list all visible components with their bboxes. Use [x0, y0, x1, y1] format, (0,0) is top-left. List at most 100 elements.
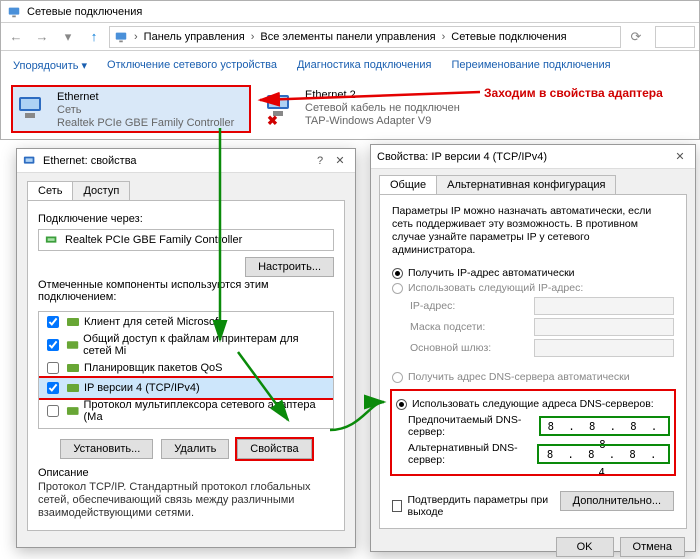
adapter-list: Ethernet Сеть Realtek PCIe GBE Family Co…: [11, 85, 501, 133]
close-button[interactable]: ✕: [331, 153, 349, 169]
breadcrumb-item[interactable]: Сетевые подключения: [451, 31, 566, 43]
component-checkbox[interactable]: [47, 339, 59, 351]
ethernet-properties-dialog: Ethernet: свойства ? ✕ Сеть Доступ Подкл…: [16, 148, 356, 548]
eth-tab-panel: Подключение через: Realtek PCIe GBE Fami…: [27, 200, 345, 531]
adapter-name: Ethernet: [57, 91, 234, 104]
network-connections-window: Сетевые подключения ← → ▾ ↑ › Панель упр…: [0, 0, 700, 140]
configure-button[interactable]: Настроить...: [245, 257, 334, 277]
ipv4-properties-dialog: Свойства: IP версии 4 (TCP/IPv4) ✕ Общие…: [370, 144, 696, 552]
properties-button[interactable]: Свойства: [237, 439, 311, 459]
history-dropdown[interactable]: ▾: [57, 26, 79, 48]
tab-network[interactable]: Сеть: [27, 181, 73, 200]
component-item[interactable]: Планировщик пакетов QoS: [39, 358, 333, 378]
uninstall-button[interactable]: Удалить: [161, 439, 229, 459]
description-label: Описание: [38, 467, 334, 479]
up-button[interactable]: ↑: [83, 26, 105, 48]
component-item[interactable]: Клиент для сетей Microsoft: [39, 312, 333, 332]
radio-ip-manual[interactable]: Использовать следующий IP-адрес:: [392, 282, 674, 294]
component-label: IP версии 4 (TCP/IPv4): [84, 382, 200, 394]
diagnose-button[interactable]: Диагностика подключения: [297, 59, 431, 71]
radio-dns-manual[interactable]: Использовать следующие адреса DNS-сервер…: [396, 398, 670, 410]
component-label: Клиент для сетей Microsoft: [84, 316, 221, 328]
component-label: Протокол мультиплексора сетевого адаптер…: [84, 399, 329, 423]
protocol-icon: [66, 404, 80, 418]
breadcrumb-item[interactable]: Все элементы панели управления: [260, 31, 435, 43]
close-button[interactable]: ✕: [671, 149, 689, 165]
component-label: Драйвер протокола LLDP (Майкрософт): [84, 428, 288, 429]
eth-titlebar: Ethernet: свойства ? ✕: [17, 149, 355, 173]
install-button[interactable]: Установить...: [60, 439, 153, 459]
chevron-right-icon: ›: [440, 31, 448, 43]
tab-alternate[interactable]: Альтернативная конфигурация: [436, 175, 616, 194]
organize-menu[interactable]: Упорядочить ▾: [13, 59, 87, 72]
component-label: Планировщик пакетов QoS: [84, 362, 223, 374]
nc-titlebar: Сетевые подключения: [1, 1, 699, 23]
protocol-icon: [66, 361, 80, 375]
refresh-button[interactable]: ⟳: [625, 26, 647, 48]
gateway-label: Основной шлюз:: [410, 342, 491, 354]
connect-using-field[interactable]: Realtek PCIe GBE Family Controller: [38, 229, 334, 251]
adapter-icon: [17, 91, 51, 125]
breadcrumb-bar[interactable]: › Панель управления › Все элементы панел…: [109, 26, 621, 48]
component-checkbox[interactable]: [47, 382, 59, 394]
dns-pref-label: Предпочитаемый DNS-сервер:: [408, 414, 539, 438]
help-button[interactable]: ?: [311, 153, 329, 169]
advanced-button[interactable]: Дополнительно...: [560, 491, 674, 511]
protocol-icon: [66, 315, 80, 329]
dns-pref-field[interactable]: 8 . 8 . 8 . 8: [539, 416, 670, 436]
component-checkbox[interactable]: [47, 316, 59, 328]
adapter-ethernet[interactable]: Ethernet Сеть Realtek PCIe GBE Family Co…: [11, 85, 251, 133]
validate-on-exit-row[interactable]: Подтвердить параметры при выходе: [392, 494, 560, 518]
search-input[interactable]: [655, 26, 695, 48]
disconnected-x-icon: ✖: [267, 113, 278, 129]
chevron-right-icon: ›: [132, 31, 140, 43]
adapter-ethernet2[interactable]: Ethernet 2 Сетевой кабель не подключен T…: [261, 85, 501, 133]
ip-address-label: IP-адрес:: [410, 300, 455, 312]
annotation-text: Заходим в свойства адаптера: [484, 86, 663, 100]
adapter-device: TAP-Windows Adapter V9: [305, 115, 460, 128]
nc-title-text: Сетевые подключения: [27, 6, 142, 18]
checkbox-icon: [392, 500, 402, 512]
nc-toolbar: Упорядочить ▾ Отключение сетевого устрой…: [1, 51, 699, 79]
adapter-device: Realtek PCIe GBE Family Controller: [57, 117, 234, 130]
chevron-right-icon: ›: [249, 31, 257, 43]
back-button[interactable]: ←: [5, 26, 27, 48]
network-icon: [7, 5, 21, 19]
radio-dns-auto[interactable]: Получить адрес DNS-сервера автоматически: [392, 371, 674, 383]
protocol-icon: [66, 427, 80, 429]
nc-address-bar-row: ← → ▾ ↑ › Панель управления › Все элемен…: [1, 23, 699, 51]
component-item[interactable]: IP версии 4 (TCP/IPv4): [39, 378, 333, 398]
component-checkbox[interactable]: [47, 428, 59, 429]
components-label: Отмеченные компоненты используются этим …: [38, 279, 334, 303]
component-item[interactable]: Протокол мультиплексора сетевого адаптер…: [39, 398, 333, 424]
ok-button[interactable]: OK: [556, 537, 614, 557]
cancel-button[interactable]: Отмена: [620, 537, 685, 557]
component-item[interactable]: Общий доступ к файлам и принтерам для се…: [39, 332, 333, 358]
component-checkbox[interactable]: [47, 362, 59, 374]
ip-titlebar: Свойства: IP версии 4 (TCP/IPv4) ✕: [371, 145, 695, 169]
adapter-status: Сеть: [57, 104, 234, 117]
ip-title-text: Свойства: IP версии 4 (TCP/IPv4): [377, 151, 547, 163]
dns-alt-field[interactable]: 8 . 8 . 8 . 4: [537, 444, 670, 464]
radio-ip-auto[interactable]: Получить IP-адрес автоматически: [392, 267, 674, 279]
tab-general[interactable]: Общие: [379, 175, 437, 194]
rename-button[interactable]: Переименование подключения: [451, 59, 610, 71]
description-text: Протокол TCP/IP. Стандартный протокол гл…: [38, 481, 334, 520]
tab-sharing[interactable]: Доступ: [72, 181, 130, 200]
connect-using-value: Realtek PCIe GBE Family Controller: [65, 234, 242, 246]
component-checkbox[interactable]: [47, 405, 59, 417]
protocol-icon: [66, 338, 79, 352]
adapter-name: Ethernet 2: [305, 89, 460, 102]
eth-tabs: Сеть Доступ: [27, 181, 345, 200]
components-list[interactable]: Клиент для сетей Microsoft Общий доступ к…: [38, 311, 334, 429]
disable-device-button[interactable]: Отключение сетевого устройства: [107, 59, 277, 71]
adapter-icon: [23, 154, 37, 168]
protocol-icon: [66, 381, 80, 395]
forward-button: →: [31, 26, 53, 48]
nic-icon: [45, 233, 59, 247]
component-item[interactable]: Драйвер протокола LLDP (Майкрософт): [39, 424, 333, 429]
breadcrumb-item[interactable]: Панель управления: [144, 31, 245, 43]
ip-paragraph: Параметры IP можно назначать автоматичес…: [392, 205, 674, 257]
gateway-field: [534, 339, 674, 357]
connect-using-label: Подключение через:: [38, 213, 334, 225]
